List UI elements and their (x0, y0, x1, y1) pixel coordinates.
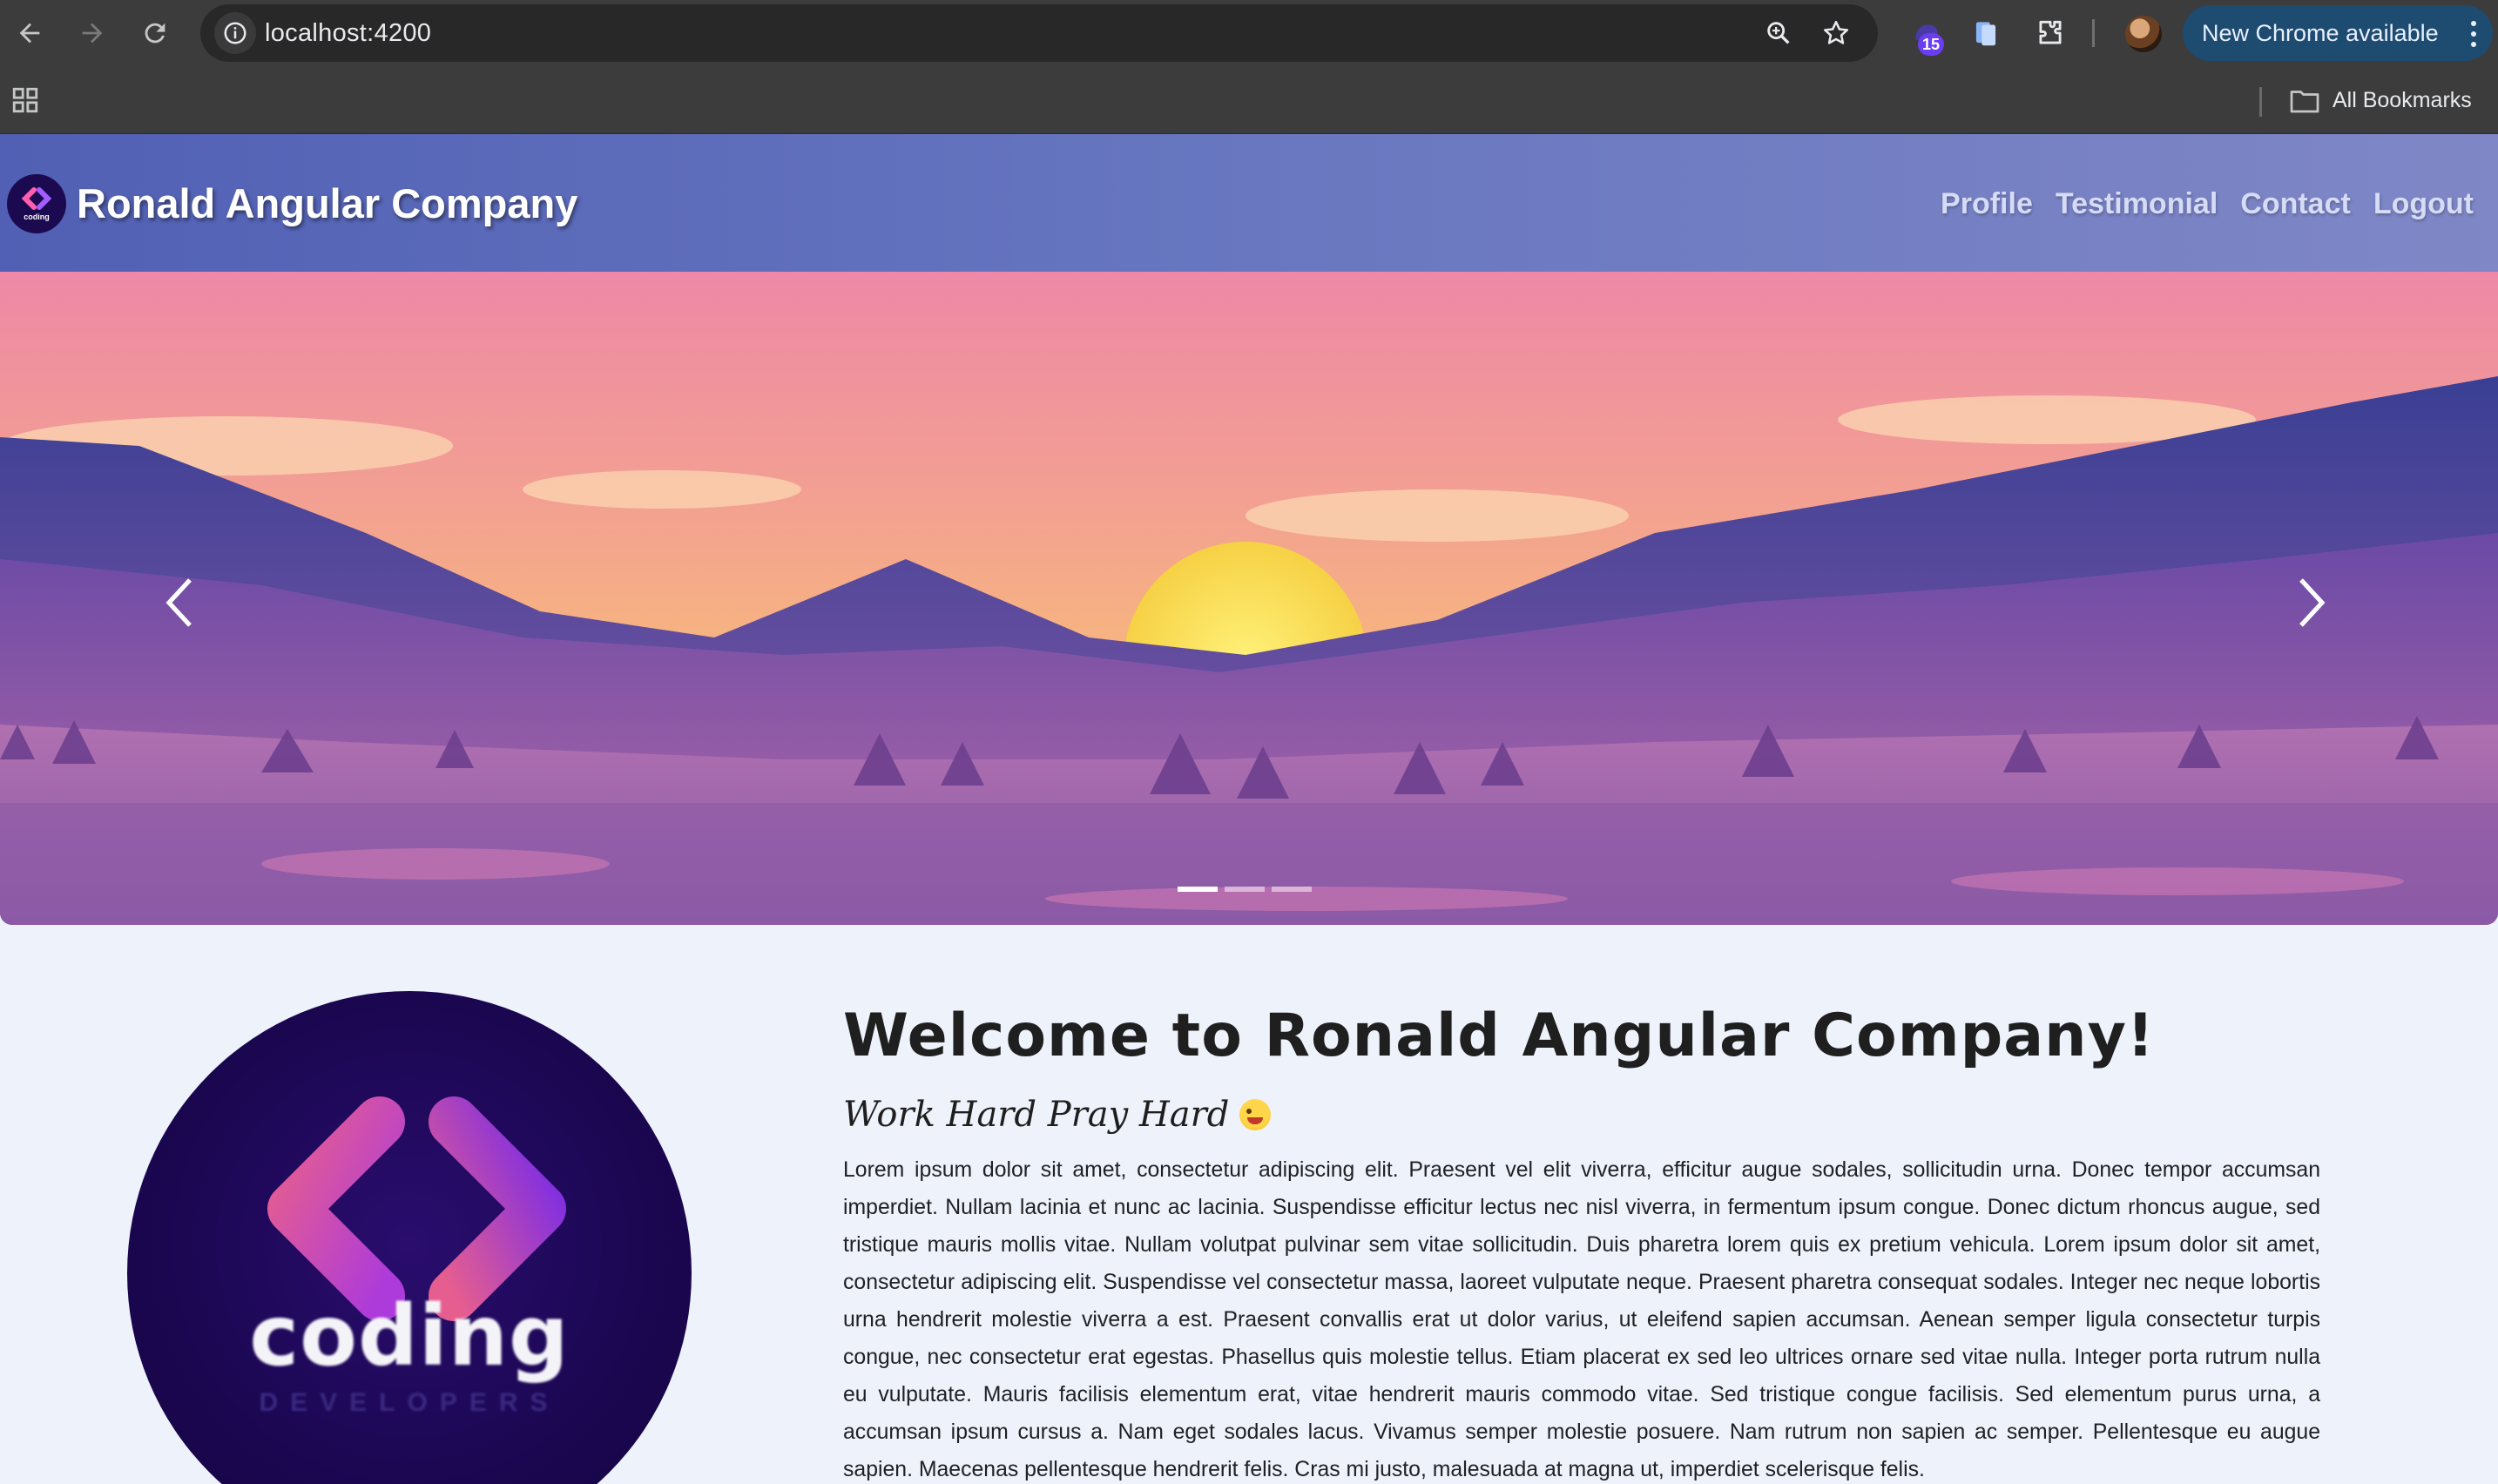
coding-developers-logo: coding DEVELOPERS (127, 991, 692, 1484)
carousel-indicator-2[interactable] (1225, 887, 1265, 892)
zoom-icon[interactable] (1761, 16, 1796, 51)
logo-word: coding (249, 1287, 570, 1385)
brand-logo-text: coding (24, 212, 50, 221)
carousel-indicators (1178, 887, 1319, 892)
forward-icon (82, 23, 103, 44)
chevron-left-icon (165, 578, 192, 627)
app-navbar: coding Ronald Angular Company Profile Te… (0, 134, 2498, 272)
logo-subword: DEVELOPERS (259, 1388, 560, 1417)
folder-icon[interactable] (2289, 88, 2320, 114)
browser-toolbar: localhost:4200 15 New Chrome available (0, 0, 2498, 66)
nav-link-contact[interactable]: Contact (2240, 187, 2351, 221)
winking-emoji-icon (1239, 1099, 1272, 1130)
intro-paragraph: Lorem ipsum dolor sit amet, consectetur … (843, 1158, 2320, 1481)
more-menu-icon[interactable] (2470, 21, 2477, 47)
tagline: Work Hard Pray Hard (843, 1095, 1230, 1135)
url-text[interactable]: localhost:4200 (265, 4, 431, 62)
bookmark-star-icon[interactable] (1819, 16, 1853, 51)
brand-title[interactable]: Ronald Angular Company (77, 176, 577, 232)
extensions-puzzle-icon[interactable] (2031, 14, 2069, 52)
site-info-icon[interactable] (214, 12, 256, 54)
forward-button[interactable] (71, 12, 113, 54)
hero-carousel (0, 272, 2498, 925)
apps-grid-icon[interactable] (10, 85, 40, 115)
reload-icon (145, 23, 165, 44)
carousel-indicator-1[interactable] (1178, 887, 1218, 892)
carousel-prev-button[interactable] (127, 550, 232, 655)
bookmarks-separator (2259, 87, 2262, 117)
sunset-mountains-image (0, 272, 2498, 925)
tagline-row: Work Hard Pray Hard (843, 1089, 1272, 1141)
profile-avatar[interactable] (2125, 16, 2162, 52)
bookmarks-bar: All Bookmarks (0, 66, 2498, 134)
all-bookmarks-label[interactable]: All Bookmarks (2333, 66, 2472, 134)
nav-link-testimonial[interactable]: Testimonial (2056, 187, 2218, 221)
update-button-label: New Chrome available (2202, 20, 2439, 46)
document-extension-icon[interactable] (1967, 14, 2005, 52)
welcome-heading: Welcome to Ronald Angular Company! (843, 1002, 2155, 1070)
nav-link-profile[interactable]: Profile (1941, 187, 2033, 221)
extension-badge: 15 (1918, 33, 1944, 56)
nav-link-logout[interactable]: Logout (2373, 187, 2474, 221)
code-brackets-icon (21, 186, 52, 210)
back-button[interactable] (9, 12, 51, 54)
address-bar[interactable]: localhost:4200 (200, 4, 1878, 62)
carousel-indicator-3[interactable] (1272, 887, 1312, 892)
back-icon (19, 23, 40, 44)
brand-logo[interactable]: coding (7, 174, 66, 233)
toolbar-separator (2092, 19, 2095, 47)
nav-links: Profile Testimonial Contact Logout (1918, 176, 2474, 232)
chevron-right-icon (2299, 578, 2326, 627)
carousel-next-button[interactable] (2259, 550, 2364, 655)
new-chrome-available-button[interactable]: New Chrome available (2183, 5, 2493, 61)
reload-button[interactable] (134, 12, 176, 54)
